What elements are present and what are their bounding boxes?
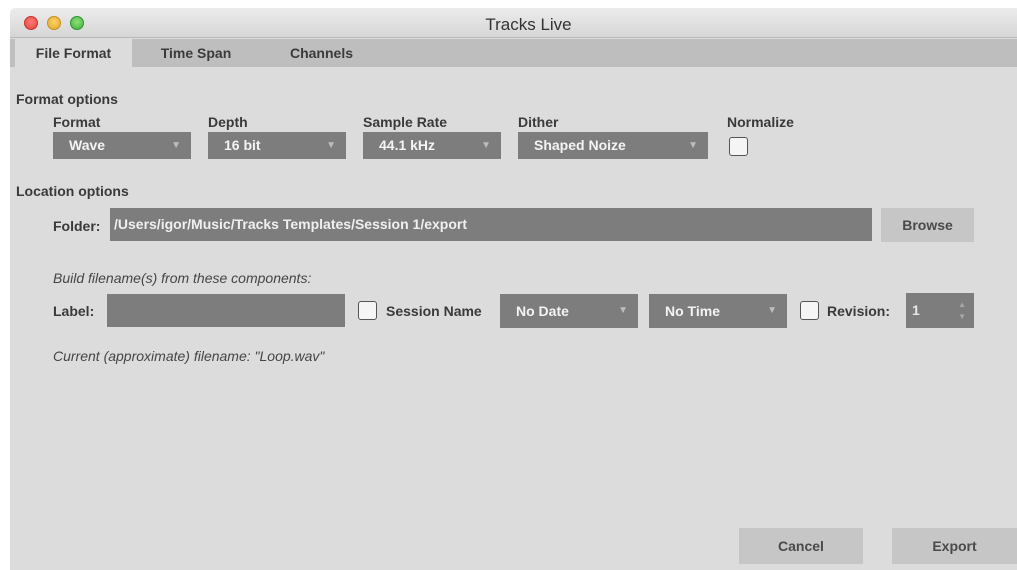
revision-checkbox[interactable] xyxy=(800,301,819,320)
chevron-down-icon: ▼ xyxy=(171,140,181,151)
dither-label: Dither xyxy=(518,114,559,130)
filename-components-hint: Build filename(s) from these components: xyxy=(53,270,312,286)
chevron-down-icon: ▼ xyxy=(618,305,628,316)
date-dropdown[interactable]: No Date ▼ xyxy=(500,294,638,328)
folder-label: Folder: xyxy=(53,218,101,234)
format-dropdown[interactable]: Wave ▼ xyxy=(53,132,191,159)
location-options-heading: Location options xyxy=(16,183,129,199)
label-field-label: Label: xyxy=(53,303,95,319)
sample-rate-dropdown[interactable]: 44.1 kHz ▼ xyxy=(363,132,501,159)
browse-button[interactable]: Browse xyxy=(881,208,974,242)
depth-dropdown[interactable]: 16 bit ▼ xyxy=(208,132,346,159)
sample-rate-value: 44.1 kHz xyxy=(379,137,436,153)
revision-label: Revision: xyxy=(827,303,891,319)
format-options-heading: Format options xyxy=(16,91,118,107)
window-title: Tracks Live xyxy=(485,15,572,34)
folder-path-field[interactable]: /Users/igor/Music/Tracks Templates/Sessi… xyxy=(110,208,872,241)
dither-value: Shaped Noize xyxy=(534,137,626,153)
normalize-checkbox[interactable] xyxy=(729,137,748,156)
session-name-label: Session Name xyxy=(386,303,482,319)
tab-time-span[interactable]: Time Span xyxy=(146,39,246,67)
label-input[interactable] xyxy=(107,294,345,327)
time-value: No Time xyxy=(665,303,720,319)
time-dropdown[interactable]: No Time ▼ xyxy=(649,294,787,328)
export-button[interactable]: Export xyxy=(892,528,1017,564)
format-value: Wave xyxy=(69,137,106,153)
chevron-down-icon: ▼ xyxy=(767,305,777,316)
date-value: No Date xyxy=(516,303,569,319)
chevron-down-icon: ▼ xyxy=(326,140,336,151)
tab-bar: File Format Time Span Channels xyxy=(10,39,1017,67)
session-name-checkbox[interactable] xyxy=(358,301,377,320)
depth-label: Depth xyxy=(208,114,248,130)
stepper-down-icon[interactable]: ▼ xyxy=(958,313,966,321)
chevron-down-icon: ▼ xyxy=(688,140,698,151)
format-label: Format xyxy=(53,114,101,130)
revision-stepper[interactable]: 1 ▲ ▼ xyxy=(906,293,974,328)
cancel-button[interactable]: Cancel xyxy=(739,528,863,564)
sample-rate-label: Sample Rate xyxy=(363,114,448,130)
title-bar: Tracks Live xyxy=(10,8,1017,38)
revision-value: 1 xyxy=(912,302,920,318)
depth-value: 16 bit xyxy=(224,137,261,153)
stepper-up-icon[interactable]: ▲ xyxy=(958,301,966,309)
tab-channels[interactable]: Channels xyxy=(274,39,369,67)
tab-file-format[interactable]: File Format xyxy=(15,39,132,67)
export-dialog-window: Tracks Live File Format Time Span Channe… xyxy=(10,8,1017,570)
chevron-down-icon: ▼ xyxy=(481,140,491,151)
current-filename-text: Current (approximate) filename: "Loop.wa… xyxy=(53,348,325,364)
dither-dropdown[interactable]: Shaped Noize ▼ xyxy=(518,132,708,159)
normalize-label: Normalize xyxy=(727,114,794,130)
